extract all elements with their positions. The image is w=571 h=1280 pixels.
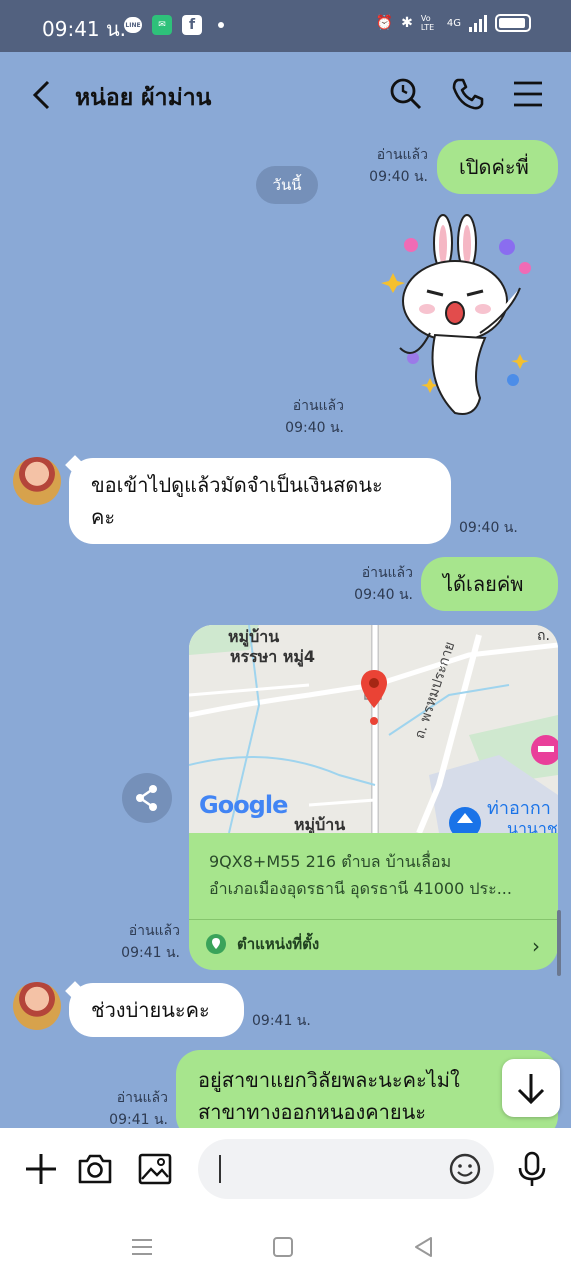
menu-icon[interactable] bbox=[510, 76, 546, 112]
message-text: อยู่สาขาแยกวิลัยพละนะคะไม่ใ bbox=[198, 1068, 460, 1092]
recent-apps-icon[interactable] bbox=[127, 1232, 157, 1262]
notification-icons: LINE ✉ f bbox=[124, 15, 224, 35]
location-message[interactable]: หมู่บ้าน หรรษา หมู่4 ถ. พรหมประกาย หมู่บ… bbox=[189, 625, 558, 970]
plus-icon[interactable] bbox=[22, 1150, 60, 1188]
message-time: 09:40 น. bbox=[354, 587, 413, 603]
arrow-down-icon bbox=[517, 1074, 545, 1105]
volte-icon: Vo LTE bbox=[420, 14, 435, 32]
alarm-icon: ⏰ bbox=[375, 15, 394, 31]
status-bar: 09:41 น. LINE ✉ f ⏰ ✱ Vo LTE 4G bbox=[0, 0, 571, 52]
date-chip: วันนี้ bbox=[256, 166, 318, 204]
message-text-line2: คะ bbox=[91, 505, 116, 529]
read-receipt: อ่านแล้ว bbox=[376, 147, 428, 163]
google-logo: Google bbox=[199, 791, 288, 819]
message-text: ขอเข้าไปดูแล้วมัดจำเป็นเงินสดนะ bbox=[91, 473, 383, 497]
share-button[interactable] bbox=[122, 773, 172, 823]
scroll-down-button[interactable] bbox=[502, 1059, 560, 1117]
message-meta: อ่านแล้ว 09:40 น. bbox=[345, 562, 413, 606]
input-bar bbox=[0, 1128, 571, 1212]
camera-icon[interactable] bbox=[76, 1150, 114, 1188]
scrollbar[interactable] bbox=[557, 910, 561, 976]
read-receipt: อ่านแล้ว bbox=[116, 1090, 168, 1106]
back-arrow-icon[interactable] bbox=[28, 78, 56, 112]
messages-icon: ✉ bbox=[152, 15, 172, 35]
status-time: 09:41 น. bbox=[42, 17, 127, 41]
back-nav-icon[interactable] bbox=[409, 1232, 439, 1262]
message-meta: อ่านแล้ว 09:41 น. bbox=[112, 920, 180, 964]
location-footer-label: ตำแหน่งที่ตั้ง bbox=[237, 935, 320, 953]
message-text: เปิดค่ะพี่ bbox=[459, 155, 529, 179]
pin-dot bbox=[370, 717, 378, 725]
system-navigation-bar bbox=[0, 1212, 571, 1280]
map-label: นานาช bbox=[507, 819, 558, 833]
phone-icon[interactable] bbox=[450, 76, 486, 112]
message-time: 09:40 น. bbox=[369, 169, 428, 185]
more-notifications-dot bbox=[218, 22, 224, 28]
share-icon bbox=[136, 785, 157, 811]
read-receipt: อ่านแล้ว bbox=[128, 923, 180, 939]
bunny-sticker[interactable] bbox=[375, 213, 535, 423]
facebook-icon: f bbox=[182, 15, 202, 35]
location-footer[interactable]: ตำแหน่งที่ตั้ง bbox=[205, 932, 319, 956]
incoming-message[interactable]: ขอเข้าไปดูแล้วมัดจำเป็นเงินสดนะ คะ bbox=[69, 458, 451, 544]
search-icon[interactable] bbox=[388, 76, 424, 112]
network-type-icon: 4G bbox=[446, 17, 461, 29]
microphone-icon[interactable] bbox=[513, 1150, 551, 1188]
map-label: หมู่บ้าน bbox=[294, 815, 346, 833]
system-icons: ⏰ ✱ Vo LTE 4G bbox=[376, 14, 531, 32]
chat-title: หน่อย ผ้าม่าน bbox=[75, 85, 212, 111]
message-time: 09:40 น. bbox=[285, 420, 344, 436]
bluetooth-icon: ✱ bbox=[401, 15, 413, 31]
map-pin-icon bbox=[206, 934, 226, 954]
incoming-message[interactable]: ช่วงบ่ายนะคะ bbox=[69, 983, 244, 1037]
outgoing-message[interactable]: เปิดค่ะพี่ bbox=[437, 140, 558, 194]
message-time: 09:41 น. bbox=[252, 1013, 311, 1029]
battery-icon bbox=[495, 14, 531, 32]
location-pin-icon bbox=[361, 670, 387, 708]
contact-avatar[interactable] bbox=[13, 982, 61, 1030]
home-icon[interactable] bbox=[268, 1232, 298, 1262]
image-icon[interactable] bbox=[136, 1150, 174, 1188]
location-address: 9QX8+M55 216 ตำบล บ้านเลื่อม bbox=[209, 852, 452, 871]
message-text-line2: สาขาทางออกหนองคายนะ bbox=[198, 1100, 427, 1124]
line-icon: LINE bbox=[124, 17, 142, 33]
map-thumbnail[interactable]: หมู่บ้าน หรรษา หมู่4 ถ. พรหมประกาย หมู่บ… bbox=[189, 625, 558, 833]
message-meta: อ่านแล้ว 09:40 น. bbox=[278, 395, 344, 439]
message-text: ช่วงบ่ายนะคะ bbox=[91, 998, 210, 1022]
message-meta: อ่านแล้ว 09:40 น. bbox=[362, 144, 428, 188]
chevron-right-icon: › bbox=[532, 934, 540, 958]
message-text: ได้เลยค่พ bbox=[443, 572, 524, 596]
read-receipt: อ่านแล้ว bbox=[361, 565, 413, 581]
divider bbox=[189, 919, 558, 920]
message-meta: อ่านแล้ว 09:41 น. bbox=[100, 1087, 168, 1131]
chat-header: หน่อย ผ้าม่าน bbox=[0, 52, 571, 138]
signal-icon bbox=[469, 14, 487, 32]
read-receipt: อ่านแล้ว bbox=[292, 398, 344, 414]
map-label: ถ. bbox=[537, 628, 550, 644]
contact-avatar[interactable] bbox=[13, 457, 61, 505]
chat-area[interactable]: อ่านแล้ว 09:40 น. เปิดค่ะพี่ วันนี้ อ่าน… bbox=[0, 138, 571, 1140]
text-caret bbox=[219, 1155, 221, 1183]
message-time: 09:40 น. bbox=[459, 520, 518, 536]
outgoing-message[interactable]: อยู่สาขาแยกวิลัยพละนะคะไม่ใ สาขาทางออกหน… bbox=[176, 1050, 558, 1140]
outgoing-message[interactable]: ได้เลยค่พ bbox=[421, 557, 558, 611]
message-time: 09:41 น. bbox=[121, 945, 180, 961]
map-label: หรรษา หมู่4 bbox=[230, 647, 316, 666]
emoji-icon[interactable] bbox=[446, 1150, 484, 1188]
location-address-line2: อำเภอเมืองอุดรธานี อุดรธานี 41000 ประ... bbox=[209, 879, 512, 898]
